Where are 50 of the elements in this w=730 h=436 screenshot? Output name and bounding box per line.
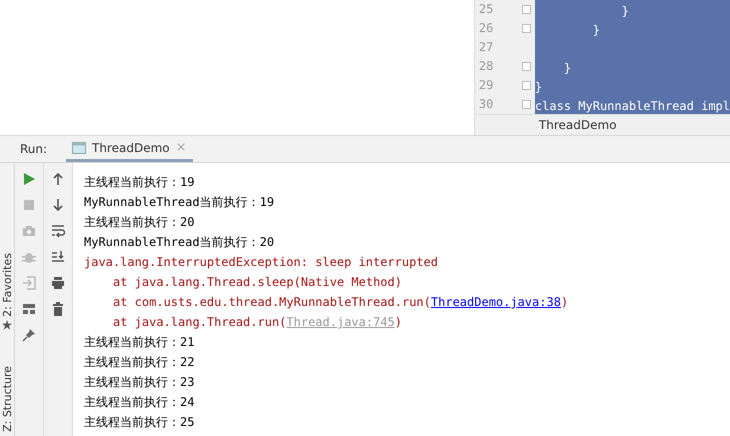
source-link[interactable]: ThreadDemo.java:38 xyxy=(430,295,561,309)
code-line: } xyxy=(620,4,629,18)
camera-icon xyxy=(22,224,36,238)
wrap-icon xyxy=(51,224,65,238)
trash-icon xyxy=(51,302,65,316)
line-number: 27 xyxy=(478,39,494,56)
stop-icon xyxy=(22,198,36,212)
line-number: 25 xyxy=(478,1,494,18)
up-arrow-icon xyxy=(51,172,65,186)
printer-icon xyxy=(51,276,65,290)
breadcrumb[interactable]: ThreadDemo xyxy=(538,118,617,132)
scroll-to-end-icon xyxy=(51,250,65,264)
console-line: 主线程当前执行：25 xyxy=(84,415,194,429)
line-number: 30 xyxy=(478,96,494,113)
tool-window-tab[interactable]: 2: Favorites xyxy=(0,253,14,330)
fold-icon[interactable] xyxy=(522,100,532,109)
run-tab[interactable]: ThreadDemo × xyxy=(66,136,193,162)
enter-arrow-icon xyxy=(22,276,36,290)
console-line: 主线程当前执行：20 xyxy=(84,215,194,229)
fold-icon[interactable] xyxy=(522,24,532,33)
window-icon xyxy=(72,142,86,154)
star-icon xyxy=(2,320,12,330)
run-label: Run: xyxy=(19,141,48,158)
console-line: MyRunnableThread当前执行：19 xyxy=(84,195,274,209)
code-line: } xyxy=(534,80,542,94)
console-line: 主线程当前执行：22 xyxy=(84,355,194,369)
fold-icon[interactable] xyxy=(522,81,532,90)
console-line: 主线程当前执行：23 xyxy=(84,375,194,389)
console-line: 主线程当前执行：21 xyxy=(84,335,194,349)
console-line: MyRunnableThread当前执行：20 xyxy=(84,235,274,249)
pin-icon xyxy=(22,328,36,342)
console-line: 主线程当前执行：24 xyxy=(84,395,194,409)
stack-trace-line: at java.lang.Thread.run(Thread.java:745) xyxy=(112,315,402,329)
stack-trace-line: at com.usts.edu.thread.MyRunnableThread.run(ThreadDemo.java:38) xyxy=(112,295,568,309)
fold-icon[interactable] xyxy=(522,62,532,71)
line-number: 29 xyxy=(478,77,494,94)
down-arrow-icon xyxy=(51,198,65,212)
code-line: class MyRunnableThread impl xyxy=(534,99,730,113)
code-line: } xyxy=(562,61,572,75)
line-number: 26 xyxy=(478,20,494,37)
code-line: } xyxy=(592,23,600,37)
stack-trace-line: at java.lang.Thread.sleep(Native Method) xyxy=(112,275,402,289)
fold-icon[interactable] xyxy=(522,5,532,14)
layout-icon xyxy=(22,302,36,316)
bug-icon xyxy=(22,250,36,264)
tool-window-tab[interactable]: Z: Structure xyxy=(0,366,14,432)
play-icon xyxy=(22,172,36,186)
console-line: 主线程当前执行：19 xyxy=(84,175,194,189)
line-number: 28 xyxy=(478,58,494,75)
error-line: java.lang.InterruptedException: sleep interrupted xyxy=(84,255,438,269)
